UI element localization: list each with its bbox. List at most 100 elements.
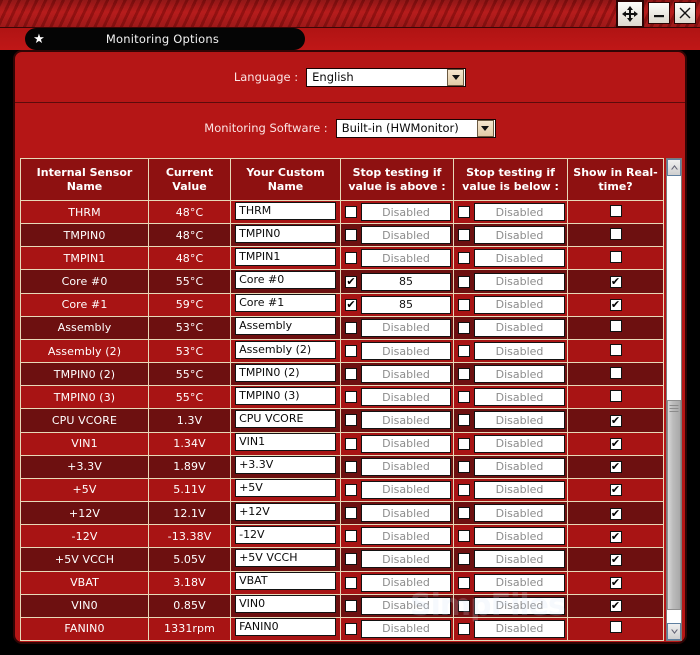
stop-below-value-input[interactable]: Disabled bbox=[474, 273, 565, 291]
move-window-button[interactable] bbox=[616, 0, 644, 28]
show-realtime-checkbox[interactable]: ✔ bbox=[610, 299, 622, 311]
stop-above-checkbox[interactable]: ✔ bbox=[345, 252, 357, 264]
stop-above-value-input[interactable]: Disabled bbox=[361, 342, 451, 360]
stop-above-value-input[interactable]: Disabled bbox=[361, 620, 451, 638]
show-realtime-checkbox[interactable]: ✔ bbox=[610, 251, 622, 263]
custom-name-input[interactable]: VIN0 bbox=[235, 595, 336, 613]
chevron-down-icon[interactable] bbox=[477, 120, 494, 137]
stop-above-checkbox[interactable]: ✔ bbox=[345, 414, 357, 426]
stop-below-value-input[interactable]: Disabled bbox=[474, 365, 565, 383]
show-realtime-checkbox[interactable]: ✔ bbox=[610, 415, 622, 427]
stop-below-value-input[interactable]: Disabled bbox=[474, 296, 565, 314]
stop-above-checkbox[interactable]: ✔ bbox=[345, 299, 357, 311]
show-realtime-checkbox[interactable]: ✔ bbox=[610, 531, 622, 543]
stop-below-checkbox[interactable]: ✔ bbox=[458, 322, 470, 334]
show-realtime-checkbox[interactable]: ✔ bbox=[610, 276, 622, 288]
stop-above-value-input[interactable]: Disabled bbox=[361, 319, 451, 337]
custom-name-input[interactable]: Core #1 bbox=[235, 294, 336, 312]
stop-below-checkbox[interactable]: ✔ bbox=[458, 414, 470, 426]
stop-below-value-input[interactable]: Disabled bbox=[474, 597, 565, 615]
custom-name-input[interactable]: TMPIN0 (3) bbox=[235, 387, 336, 405]
stop-below-value-input[interactable]: Disabled bbox=[474, 411, 565, 429]
stop-below-checkbox[interactable]: ✔ bbox=[458, 507, 470, 519]
stop-below-value-input[interactable]: Disabled bbox=[474, 527, 565, 545]
custom-name-input[interactable]: +5V bbox=[235, 479, 336, 497]
stop-below-value-input[interactable]: Disabled bbox=[474, 458, 565, 476]
custom-name-input[interactable]: -12V bbox=[235, 526, 336, 544]
stop-above-checkbox[interactable]: ✔ bbox=[345, 345, 357, 357]
show-realtime-checkbox[interactable]: ✔ bbox=[610, 577, 622, 589]
stop-above-checkbox[interactable]: ✔ bbox=[345, 438, 357, 450]
custom-name-input[interactable]: CPU VCORE bbox=[235, 410, 336, 428]
stop-above-value-input[interactable]: Disabled bbox=[361, 597, 451, 615]
stop-above-checkbox[interactable]: ✔ bbox=[345, 461, 357, 473]
stop-above-checkbox[interactable]: ✔ bbox=[345, 577, 357, 589]
show-realtime-checkbox[interactable]: ✔ bbox=[610, 228, 622, 240]
custom-name-input[interactable]: TMPIN1 bbox=[235, 248, 336, 266]
stop-below-value-input[interactable]: Disabled bbox=[474, 435, 565, 453]
stop-above-value-input[interactable]: Disabled bbox=[361, 550, 451, 568]
stop-above-value-input[interactable]: Disabled bbox=[361, 226, 451, 244]
stop-above-checkbox[interactable]: ✔ bbox=[345, 368, 357, 380]
stop-above-value-input[interactable]: Disabled bbox=[361, 365, 451, 383]
stop-above-checkbox[interactable]: ✔ bbox=[345, 229, 357, 241]
stop-below-checkbox[interactable]: ✔ bbox=[458, 438, 470, 450]
stop-below-checkbox[interactable]: ✔ bbox=[458, 229, 470, 241]
custom-name-input[interactable]: +5V VCCH bbox=[235, 549, 336, 567]
custom-name-input[interactable]: +3.3V bbox=[235, 456, 336, 474]
stop-below-value-input[interactable]: Disabled bbox=[474, 249, 565, 267]
show-realtime-checkbox[interactable]: ✔ bbox=[610, 320, 622, 332]
stop-below-checkbox[interactable]: ✔ bbox=[458, 391, 470, 403]
stop-below-checkbox[interactable]: ✔ bbox=[458, 577, 470, 589]
table-scrollbar[interactable] bbox=[666, 158, 682, 641]
stop-above-checkbox[interactable]: ✔ bbox=[345, 553, 357, 565]
stop-above-value-input[interactable]: Disabled bbox=[361, 527, 451, 545]
stop-above-value-input[interactable]: Disabled bbox=[361, 574, 451, 592]
stop-below-checkbox[interactable]: ✔ bbox=[458, 252, 470, 264]
scroll-down-button[interactable] bbox=[667, 623, 681, 640]
stop-above-checkbox[interactable]: ✔ bbox=[345, 600, 357, 612]
chevron-down-icon[interactable] bbox=[447, 69, 464, 86]
stop-above-checkbox[interactable]: ✔ bbox=[345, 623, 357, 635]
stop-above-value-input[interactable]: Disabled bbox=[361, 504, 451, 522]
show-realtime-checkbox[interactable]: ✔ bbox=[610, 508, 622, 520]
stop-above-checkbox[interactable]: ✔ bbox=[345, 206, 357, 218]
show-realtime-checkbox[interactable]: ✔ bbox=[610, 484, 622, 496]
custom-name-input[interactable]: Assembly (2) bbox=[235, 341, 336, 359]
show-realtime-checkbox[interactable]: ✔ bbox=[610, 554, 622, 566]
stop-above-checkbox[interactable]: ✔ bbox=[345, 507, 357, 519]
stop-above-value-input[interactable]: Disabled bbox=[361, 249, 451, 267]
stop-below-checkbox[interactable]: ✔ bbox=[458, 461, 470, 473]
stop-below-checkbox[interactable]: ✔ bbox=[458, 530, 470, 542]
custom-name-input[interactable]: TMPIN0 (2) bbox=[235, 364, 336, 382]
stop-below-value-input[interactable]: Disabled bbox=[474, 226, 565, 244]
close-button[interactable] bbox=[674, 2, 696, 24]
stop-below-checkbox[interactable]: ✔ bbox=[458, 553, 470, 565]
scroll-track[interactable] bbox=[667, 176, 681, 623]
custom-name-input[interactable]: VBAT bbox=[235, 572, 336, 590]
stop-below-checkbox[interactable]: ✔ bbox=[458, 345, 470, 357]
scroll-thumb[interactable] bbox=[667, 400, 681, 610]
custom-name-input[interactable]: VIN1 bbox=[235, 433, 336, 451]
stop-above-checkbox[interactable]: ✔ bbox=[345, 484, 357, 496]
stop-above-checkbox[interactable]: ✔ bbox=[345, 391, 357, 403]
stop-above-value-input[interactable]: Disabled bbox=[361, 388, 451, 406]
stop-below-checkbox[interactable]: ✔ bbox=[458, 276, 470, 288]
stop-below-value-input[interactable]: Disabled bbox=[474, 620, 565, 638]
minimize-button[interactable] bbox=[648, 2, 670, 24]
title-bar[interactable] bbox=[0, 0, 700, 28]
stop-above-value-input[interactable]: 85 bbox=[361, 296, 451, 314]
stop-below-checkbox[interactable]: ✔ bbox=[458, 600, 470, 612]
stop-below-value-input[interactable]: Disabled bbox=[474, 481, 565, 499]
stop-below-checkbox[interactable]: ✔ bbox=[458, 206, 470, 218]
stop-below-value-input[interactable]: Disabled bbox=[474, 342, 565, 360]
custom-name-input[interactable]: Core #0 bbox=[235, 271, 336, 289]
show-realtime-checkbox[interactable]: ✔ bbox=[610, 621, 622, 633]
stop-above-checkbox[interactable]: ✔ bbox=[345, 322, 357, 334]
show-realtime-checkbox[interactable]: ✔ bbox=[610, 438, 622, 450]
show-realtime-checkbox[interactable]: ✔ bbox=[610, 461, 622, 473]
stop-above-value-input[interactable]: Disabled bbox=[361, 435, 451, 453]
custom-name-input[interactable]: +12V bbox=[235, 503, 336, 521]
stop-below-checkbox[interactable]: ✔ bbox=[458, 368, 470, 380]
show-realtime-checkbox[interactable]: ✔ bbox=[610, 205, 622, 217]
